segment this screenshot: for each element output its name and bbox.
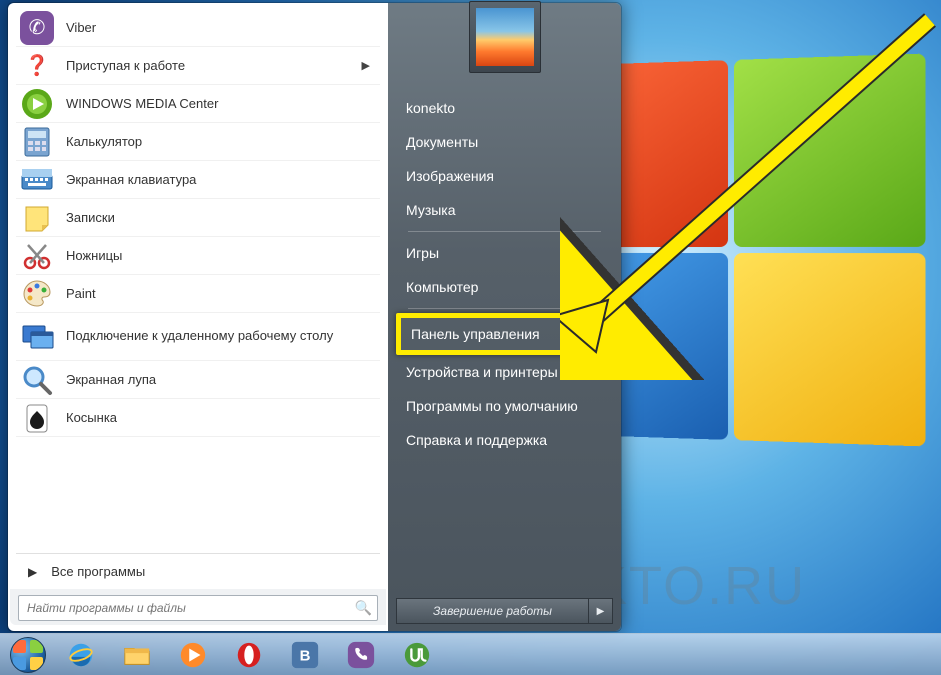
app-item-keyboard[interactable]: Экранная клавиатура (16, 161, 380, 199)
start-menu-right-pane: konekto ДокументыИзображенияМузыка ИгрыКо… (388, 3, 621, 631)
app-item-label: Записки (66, 210, 376, 225)
shutdown-options-button[interactable]: ▶ (589, 598, 613, 624)
utorrent-icon (402, 640, 432, 670)
right-item[interactable]: Программы по умолчанию (396, 389, 613, 423)
taskbar-item-utorrent[interactable] (390, 637, 444, 673)
all-programs-button[interactable]: ▶ Все программы (16, 553, 380, 589)
app-item-paint[interactable]: Paint (16, 275, 380, 313)
windows-orb-icon (10, 637, 46, 673)
app-item-label: Экранная лупа (66, 372, 376, 387)
search-icon: 🔍 (355, 600, 372, 617)
keyboard-icon (20, 163, 54, 197)
taskbar-item-wmp[interactable] (166, 637, 220, 673)
media-player-icon (178, 640, 208, 670)
shutdown-area: Завершение работы ▶ (396, 598, 613, 624)
app-item-media-center[interactable]: WINDOWS MEDIA Center (16, 85, 380, 123)
start-menu-left-pane: ✆Viber❓Приступая к работе▶WINDOWS MEDIA … (8, 3, 388, 631)
paint-icon (20, 277, 54, 311)
app-item-remote[interactable]: Подключение к удаленному рабочему столу (16, 313, 380, 361)
app-item-calculator[interactable]: Калькулятор (16, 123, 380, 161)
magnifier-icon (20, 363, 54, 397)
taskbar-item-explorer[interactable] (110, 637, 164, 673)
right-item[interactable]: Игры (396, 236, 613, 270)
app-item-label: Подключение к удаленному рабочему столу (66, 328, 376, 344)
taskbar-item-vk[interactable]: B (278, 637, 332, 673)
search-area: 🔍 (10, 589, 386, 625)
app-item-label: Экранная клавиатура (66, 172, 376, 187)
media-center-icon (20, 87, 54, 121)
app-item-solitaire[interactable]: Косынка (16, 399, 380, 437)
start-menu: ✆Viber❓Приступая к работе▶WINDOWS MEDIA … (7, 2, 622, 632)
right-item[interactable]: Устройства и принтеры (396, 355, 613, 389)
shutdown-button[interactable]: Завершение работы (396, 598, 589, 624)
solitaire-icon (20, 401, 54, 435)
taskbar: B (0, 633, 941, 675)
chevron-right-icon: ▶ (362, 59, 370, 72)
right-item[interactable]: Документы (396, 125, 613, 159)
right-item-username[interactable]: konekto (396, 91, 613, 125)
right-list: konekto ДокументыИзображенияМузыка ИгрыКо… (388, 91, 621, 457)
all-programs-label: Все программы (51, 564, 145, 579)
app-item-label: Viber (66, 20, 376, 35)
app-item-label: Косынка (66, 410, 376, 425)
app-list: ✆ Viber ❓ Приступая к работе▶ WINDOWS MEDIA … (10, 9, 386, 437)
right-item[interactable]: Изображения (396, 159, 613, 193)
right-item[interactable]: Панель управления (396, 313, 613, 355)
start-button[interactable] (4, 635, 52, 675)
viber-icon (346, 640, 376, 670)
separator (408, 308, 601, 309)
taskbar-item-viber[interactable] (334, 637, 388, 673)
opera-icon (234, 640, 264, 670)
app-item-magnifier[interactable]: Экранная лупа (16, 361, 380, 399)
right-item[interactable]: Компьютер (396, 270, 613, 304)
ie-icon (66, 640, 96, 670)
taskbar-item-ie[interactable] (54, 637, 108, 673)
calculator-icon (20, 125, 54, 159)
right-item[interactable]: Справка и поддержка (396, 423, 613, 457)
sticky-notes-icon (20, 201, 54, 235)
snipping-icon (20, 239, 54, 273)
separator (408, 231, 601, 232)
vk-icon: B (290, 640, 320, 670)
app-item-getting-started[interactable]: ❓ Приступая к работе▶ (16, 47, 380, 85)
search-input[interactable] (18, 595, 378, 621)
viber-icon: ✆ (20, 11, 54, 45)
svg-text:B: B (300, 647, 311, 664)
user-avatar[interactable] (469, 1, 541, 73)
app-item-label: Калькулятор (66, 134, 376, 149)
chevron-right-icon: ▶ (28, 565, 37, 579)
app-item-label: WINDOWS MEDIA Center (66, 96, 376, 111)
app-item-label: Ножницы (66, 248, 376, 263)
app-item-sticky-notes[interactable]: Записки (16, 199, 380, 237)
desktop: KONEKTO.RU ✆Viber❓Приступая к работе▶WIN… (0, 0, 941, 675)
remote-icon (20, 320, 54, 354)
getting-started-icon: ❓ (20, 49, 54, 83)
taskbar-item-opera[interactable] (222, 637, 276, 673)
app-item-viber[interactable]: ✆ Viber (16, 9, 380, 47)
app-item-label: Приступая к работе (66, 58, 362, 73)
right-item[interactable]: Музыка (396, 193, 613, 227)
folder-icon (122, 640, 152, 670)
app-item-snipping[interactable]: Ножницы (16, 237, 380, 275)
app-item-label: Paint (66, 286, 376, 301)
